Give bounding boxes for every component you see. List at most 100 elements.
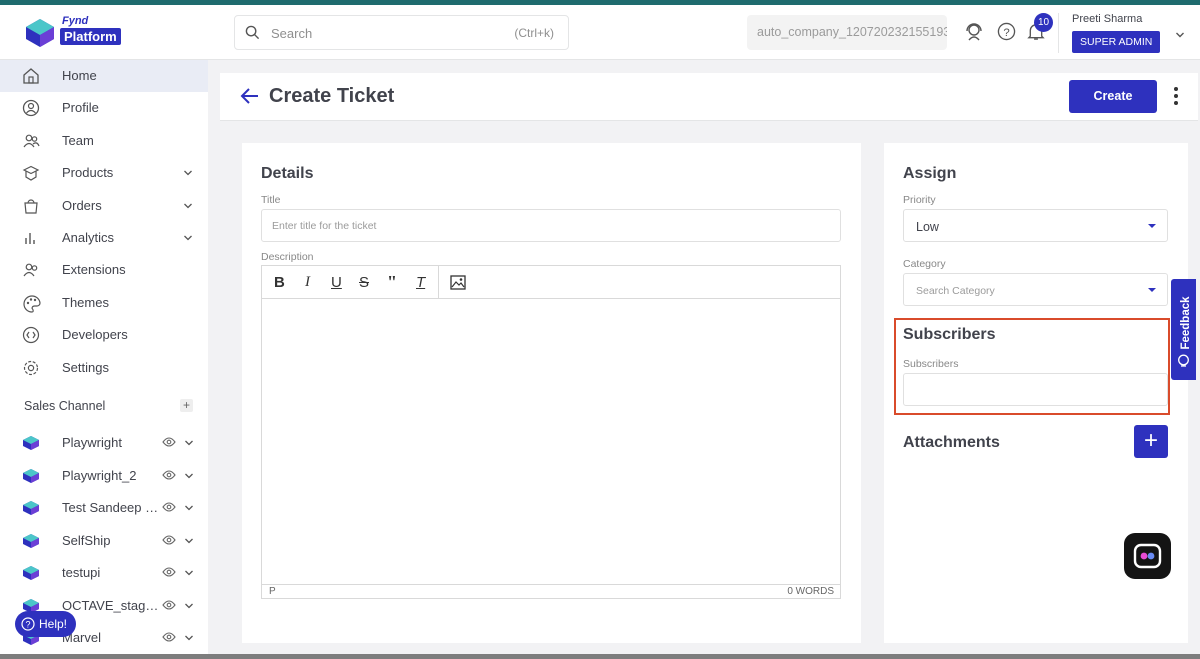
eye-icon[interactable] — [162, 534, 176, 546]
eye-icon[interactable] — [162, 501, 176, 513]
add-sales-channel-button[interactable]: + — [180, 399, 193, 412]
sidebar-item-label: Home — [62, 68, 97, 83]
search-shortcut-hint: (Ctrl+k) — [514, 26, 554, 40]
channel-item[interactable]: SelfShip — [0, 525, 208, 557]
details-heading: Details — [261, 165, 314, 182]
header-divider — [1058, 13, 1059, 53]
eye-icon[interactable] — [162, 469, 176, 481]
chevron-down-icon[interactable] — [184, 633, 194, 643]
sidebar-item-label: Team — [62, 133, 94, 148]
sidebar-item-label: Extensions — [62, 262, 126, 277]
themes-icon — [23, 295, 41, 313]
more-options-icon[interactable] — [1173, 86, 1179, 106]
search-placeholder: Search — [271, 26, 313, 41]
title-label: Title — [261, 194, 281, 206]
ticket-title-input[interactable]: Enter title for the ticket — [261, 209, 841, 242]
chevron-down-icon[interactable] — [184, 438, 194, 448]
channel-name: Playwright_2 — [62, 468, 137, 483]
sidebar-item-label: Developers — [62, 327, 128, 342]
channel-logo-icon — [23, 534, 39, 548]
underline-icon[interactable]: U — [331, 274, 342, 291]
chevron-down-icon[interactable] — [184, 503, 194, 513]
italic-icon[interactable]: I — [305, 274, 310, 291]
add-attachment-button[interactable]: + — [1134, 425, 1168, 458]
block-type-indicator: P — [269, 586, 276, 597]
sidebar-item-products[interactable]: Products — [0, 157, 208, 189]
clear-format-icon[interactable]: T — [416, 274, 425, 291]
support-agent-icon[interactable] — [964, 22, 984, 42]
sidebar-item-label: Orders — [62, 198, 102, 213]
word-count: 0 WORDS — [787, 586, 834, 597]
analytics-icon — [25, 233, 35, 244]
channel-item[interactable]: Playwright — [0, 427, 208, 459]
sidebar-item-label: Products — [62, 165, 114, 180]
channel-item[interactable]: Playwright_2 — [0, 460, 208, 492]
global-search-input[interactable]: Search (Ctrl+k) — [234, 15, 569, 50]
help-button[interactable]: ? Help! — [15, 611, 77, 637]
chevron-down-icon[interactable] — [184, 471, 194, 481]
user-menu-chevron-icon[interactable] — [1175, 30, 1185, 40]
sidebar-item-extensions[interactable]: Extensions — [0, 254, 208, 286]
channel-item[interactable]: Test Sandeep C... — [0, 492, 208, 524]
profile-icon — [22, 99, 40, 117]
sidebar-item-team[interactable]: Team — [0, 125, 208, 157]
help-button-label: Help! — [39, 617, 68, 631]
dropdown-caret-icon — [1148, 224, 1156, 228]
help-circle-icon: ? — [21, 617, 35, 631]
chevron-down-icon[interactable] — [184, 568, 194, 578]
sidebar-item-label: Themes — [62, 295, 109, 310]
strikethrough-icon[interactable]: S — [359, 274, 369, 291]
company-selector[interactable]: auto_company_120720232155193 — [747, 15, 947, 50]
back-arrow-icon[interactable] — [240, 86, 260, 106]
dropdown-caret-icon — [1148, 288, 1156, 292]
home-icon — [23, 68, 39, 84]
page-title-bar: Create Ticket Create — [220, 73, 1198, 121]
subscribers-input[interactable] — [903, 373, 1168, 406]
channel-name: SelfShip — [62, 533, 111, 548]
sidebar-item-home[interactable]: Home — [0, 60, 208, 92]
eye-icon[interactable] — [162, 599, 176, 611]
eye-icon[interactable] — [162, 631, 176, 643]
notification-count-badge: 10 — [1034, 13, 1053, 32]
priority-select[interactable]: Low — [903, 209, 1168, 242]
toolbar-divider — [438, 266, 439, 299]
chevron-down-icon[interactable] — [184, 536, 194, 546]
sidebar-item-analytics[interactable]: Analytics — [0, 222, 208, 254]
app-header: Fynd Platform Search (Ctrl+k) auto_compa… — [0, 5, 1200, 60]
sidebar-item-orders[interactable]: Orders — [0, 190, 208, 222]
quote-icon[interactable]: " — [387, 272, 397, 293]
editor-statusbar: P 0 WORDS — [262, 584, 840, 598]
sidebar-item-profile[interactable]: Profile — [0, 92, 208, 124]
bold-icon[interactable]: B — [274, 274, 285, 291]
chat-assistant-button[interactable] — [1124, 533, 1171, 579]
feedback-label: Feedback — [1180, 296, 1192, 350]
sidebar-item-developers[interactable]: Developers — [0, 319, 208, 351]
channel-logo-icon — [23, 469, 39, 483]
category-select[interactable]: Search Category — [903, 273, 1168, 306]
insert-image-icon[interactable] — [450, 275, 466, 290]
channel-item[interactable]: testupi — [0, 557, 208, 589]
user-name[interactable]: Preeti Sharma — [1072, 13, 1142, 25]
create-button[interactable]: Create — [1069, 80, 1157, 113]
chevron-down-icon — [184, 203, 192, 209]
sidebar-item-themes[interactable]: Themes — [0, 287, 208, 319]
eye-icon[interactable] — [162, 436, 176, 448]
eye-icon[interactable] — [162, 566, 176, 578]
feedback-tab[interactable]: Feedback — [1171, 279, 1196, 380]
user-role-badge[interactable]: SUPER ADMIN — [1072, 31, 1161, 53]
fynd-logo-icon — [26, 19, 54, 47]
chevron-down-icon[interactable] — [184, 601, 194, 611]
fynd-platform-logo[interactable]: Fynd Platform — [24, 15, 139, 51]
channel-name: Playwright — [62, 435, 122, 450]
category-label: Category — [903, 258, 946, 270]
description-editor[interactable]: B I U S " T P 0 WORDS — [261, 265, 841, 599]
chat-app-icon — [1133, 543, 1162, 569]
category-placeholder: Search Category — [916, 285, 995, 297]
help-circle-icon[interactable]: ? — [997, 22, 1016, 41]
channel-logo-icon — [23, 566, 39, 580]
chevron-down-icon — [184, 170, 192, 176]
sidebar-item-settings[interactable]: Settings — [0, 352, 208, 384]
description-label: Description — [261, 251, 314, 263]
team-icon — [23, 134, 40, 148]
editor-toolbar: B I U S " T — [262, 266, 840, 299]
